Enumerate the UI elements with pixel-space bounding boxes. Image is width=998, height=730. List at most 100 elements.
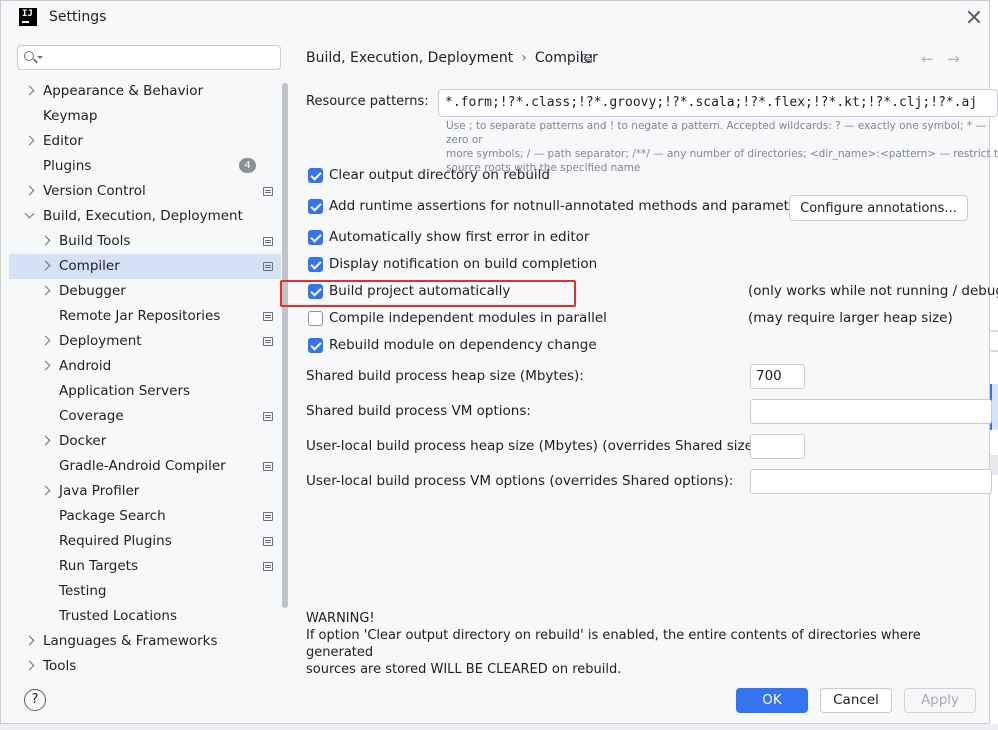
logo-text: IJ — [22, 9, 33, 19]
clear-output-checkbox[interactable] — [308, 168, 323, 183]
breadcrumb-parent[interactable]: Build, Execution, Deployment — [306, 50, 513, 66]
warning-line: If option 'Clear output directory on reb… — [306, 628, 921, 660]
sidebar-item-label: Tools — [43, 658, 77, 674]
sidebar-item-build-execution-deployment[interactable]: Build, Execution, Deployment — [9, 204, 281, 229]
settings-dialog: IJ Settings Appearance & Behavior Keymap E… — [0, 0, 998, 724]
chevron-right-icon[interactable] — [24, 135, 35, 146]
sidebar-item-coverage[interactable]: Coverage — [9, 404, 281, 429]
sidebar-item-debugger[interactable]: Debugger — [9, 279, 281, 304]
project-scope-icon — [263, 262, 273, 271]
sidebar-item-trusted-locations[interactable]: Trusted Locations — [9, 604, 281, 629]
shared-heap-input[interactable]: 700 — [750, 364, 805, 389]
local-heap-label: User-local build process heap size (Mbyt… — [306, 438, 763, 454]
sidebar-item-label: Languages & Frameworks — [43, 633, 218, 649]
sidebar-item-label: Remote Jar Repositories — [59, 308, 221, 324]
chevron-right-icon[interactable] — [24, 660, 35, 671]
build-notification-checkbox[interactable] — [308, 257, 323, 272]
background-line — [990, 330, 998, 332]
sidebar-item-label: Appearance & Behavior — [43, 83, 204, 99]
chevron-right-icon[interactable] — [24, 635, 35, 646]
sidebar-item-version-control[interactable]: Version Control — [9, 179, 281, 204]
show-first-error-label: Automatically show first error in editor — [329, 229, 590, 245]
sidebar-item-testing[interactable]: Testing — [9, 579, 281, 604]
close-icon[interactable] — [964, 7, 984, 27]
chevron-right-icon[interactable] — [40, 485, 51, 496]
sidebar-item-java-profiler[interactable]: Java Profiler — [9, 479, 281, 504]
cancel-button[interactable]: Cancel — [820, 688, 892, 713]
chevron-right-icon[interactable] — [40, 235, 51, 246]
sidebar-item-compiler[interactable]: Compiler — [9, 254, 281, 279]
title-bar: IJ Settings — [1, 1, 989, 33]
chevron-right-icon[interactable] — [40, 360, 51, 371]
sidebar-item-label: Build Tools — [59, 233, 131, 249]
parallel-compile-note: (may require larger heap size) — [748, 310, 953, 326]
chevron-down-icon[interactable] — [37, 56, 43, 59]
sidebar-item-appearance-behavior[interactable]: Appearance & Behavior — [9, 79, 281, 104]
rebuild-on-dependency-checkbox[interactable] — [308, 338, 323, 353]
background-line — [990, 350, 998, 352]
sidebar-item-remote-jar-repositories[interactable]: Remote Jar Repositories — [9, 304, 281, 329]
annotation-highlight-box — [280, 280, 576, 307]
sidebar-item-package-search[interactable]: Package Search — [9, 504, 281, 529]
configure-annotations-button[interactable]: Configure annotations... — [789, 195, 968, 221]
back-arrow-icon[interactable]: ← — [921, 50, 934, 68]
help-button[interactable]: ? — [24, 689, 46, 711]
shared-vm-options-input[interactable] — [750, 399, 992, 424]
search-input[interactable] — [46, 48, 274, 67]
chevron-right-icon[interactable] — [40, 335, 51, 346]
hint-line: more symbols; / — path separator; /**/ —… — [446, 148, 998, 160]
forward-arrow-icon[interactable]: → — [947, 50, 960, 68]
hint-line: Use ; to separate patterns and ! to nega… — [446, 120, 986, 146]
local-vm-options-label: User-local build process VM options (ove… — [306, 473, 734, 489]
runtime-assertions-checkbox[interactable] — [308, 199, 323, 214]
settings-search[interactable] — [17, 45, 281, 70]
sidebar-item-android[interactable]: Android — [9, 354, 281, 379]
sidebar-item-label: Gradle-Android Compiler — [59, 458, 226, 474]
show-first-error-checkbox[interactable] — [308, 230, 323, 245]
project-scope-icon — [263, 412, 273, 421]
project-scope-icon — [582, 54, 592, 63]
sidebar-item-editor[interactable]: Editor — [9, 129, 281, 154]
chevron-down-icon[interactable] — [24, 208, 35, 219]
warning-line: sources are stored WILL BE CLEARED on re… — [306, 662, 622, 677]
sidebar-item-label: Package Search — [59, 508, 166, 524]
search-icon — [24, 51, 34, 61]
parallel-compile-checkbox[interactable] — [308, 311, 323, 326]
sidebar-item-label: Android — [59, 358, 112, 374]
sidebar-item-docker[interactable]: Docker — [9, 429, 281, 454]
sidebar-item-label: Testing — [59, 583, 107, 599]
sidebar-item-label: Run Targets — [59, 558, 138, 574]
sidebar-item-tools[interactable]: Tools — [9, 654, 281, 679]
plugin-updates-badge: 4 — [239, 158, 256, 173]
sidebar-item-gradle-android-compiler[interactable]: Gradle-Android Compiler — [9, 454, 281, 479]
sidebar-item-deployment[interactable]: Deployment — [9, 329, 281, 354]
local-vm-options-input[interactable] — [750, 469, 992, 494]
project-scope-icon — [263, 312, 273, 321]
chevron-right-icon[interactable] — [40, 285, 51, 296]
sidebar-item-label: Build, Execution, Deployment — [43, 208, 243, 224]
chevron-right-icon[interactable] — [40, 435, 51, 446]
ok-button[interactable]: OK — [736, 688, 808, 713]
sidebar-item-run-targets[interactable]: Run Targets — [9, 554, 281, 579]
resource-patterns-input[interactable]: *.form;!?*.class;!?*.groovy;!?*.scala;!?… — [438, 89, 998, 117]
sidebar-item-keymap[interactable]: Keymap — [9, 104, 281, 129]
build-notification-label: Display notification on build completion — [329, 256, 598, 272]
sidebar-item-required-plugins[interactable]: Required Plugins — [9, 529, 281, 554]
sidebar-item-label: Java Profiler — [59, 483, 140, 499]
chevron-right-icon[interactable] — [24, 185, 35, 196]
local-heap-input[interactable] — [750, 434, 805, 459]
sidebar-item-label: Deployment — [59, 333, 142, 349]
chevron-right-icon[interactable] — [24, 85, 35, 96]
sidebar-item-application-servers[interactable]: Application Servers — [9, 379, 281, 404]
sidebar-item-build-tools[interactable]: Build Tools — [9, 229, 281, 254]
chevron-right-icon[interactable] — [40, 260, 51, 271]
sidebar-scrollbar[interactable] — [282, 83, 288, 608]
sidebar-item-plugins[interactable]: Plugins 4 — [9, 154, 281, 179]
breadcrumb-separator: › — [521, 50, 527, 66]
settings-tree: Appearance & Behavior Keymap Editor Plugins… — [9, 79, 281, 679]
apply-button[interactable]: Apply — [904, 688, 976, 713]
shared-vm-options-label: Shared build process VM options: — [306, 403, 531, 419]
build-automatically-note: (only works while not running / debuggin… — [748, 283, 998, 299]
background-window-strip — [0, 724, 998, 730]
sidebar-item-languages-frameworks[interactable]: Languages & Frameworks — [9, 629, 281, 654]
